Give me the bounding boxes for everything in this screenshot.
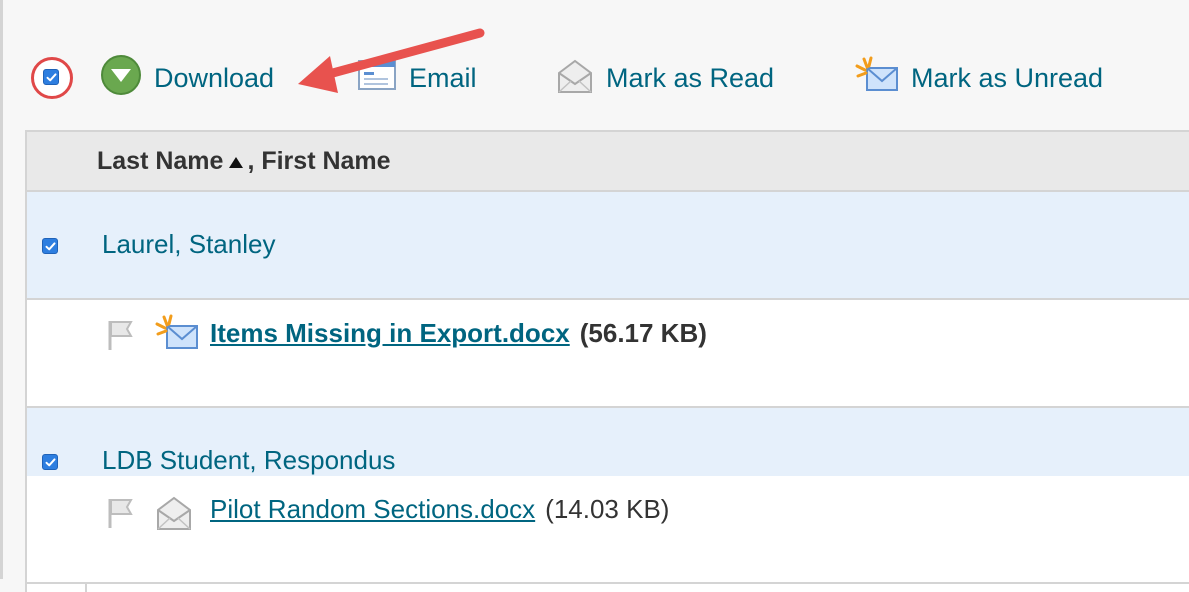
sort-ascending-icon	[229, 156, 244, 168]
new-mail-icon	[855, 56, 899, 101]
name-column-header[interactable]: Last Name , First Name	[97, 147, 391, 176]
toolbar: Download Email Mark as Read Mark as Unre…	[0, 0, 1189, 130]
annotation-arrow	[298, 28, 485, 93]
first-name-sort-link[interactable]: , First Name	[247, 147, 390, 175]
file-entry: Pilot Random Sections.docx (14.03 KB)	[210, 494, 669, 525]
file-link[interactable]: Items Missing in Export.docx	[210, 318, 570, 348]
mark-as-read-label: Mark as Read	[606, 62, 775, 93]
student-name: LDB Student, Respondus	[102, 445, 396, 475]
open-envelope-icon	[155, 492, 193, 537]
file-row: Items Missing in Export.docx (56.17 KB)	[27, 300, 1189, 408]
file-entry: Items Missing in Export.docx (56.17 KB)	[210, 318, 707, 349]
last-name-sort-link[interactable]: Last Name	[97, 147, 223, 175]
submissions-table: Last Name , First Name Laurel, Stanley It…	[25, 130, 1189, 592]
row-checkbox[interactable]	[42, 454, 58, 470]
mark-as-read-button[interactable]: Mark as Read	[556, 58, 774, 98]
student-row: Laurel, Stanley	[27, 192, 1189, 300]
row-checkbox[interactable]	[42, 238, 58, 254]
file-size: (14.03 KB)	[545, 494, 670, 524]
file-link[interactable]: Pilot Random Sections.docx	[210, 494, 535, 524]
mark-as-unread-label: Mark as Unread	[911, 62, 1104, 93]
new-mail-icon	[155, 314, 199, 357]
file-size: (56.17 KB)	[579, 318, 707, 348]
table-header: Last Name , First Name	[27, 132, 1189, 192]
flag-icon[interactable]	[105, 318, 135, 357]
mark-as-unread-button[interactable]: Mark as Unread	[855, 56, 1104, 101]
flag-icon[interactable]	[105, 496, 135, 535]
student-name: Laurel, Stanley	[102, 229, 276, 259]
open-envelope-icon	[556, 55, 594, 102]
file-row: Pilot Random Sections.docx (14.03 KB)	[27, 476, 1189, 584]
